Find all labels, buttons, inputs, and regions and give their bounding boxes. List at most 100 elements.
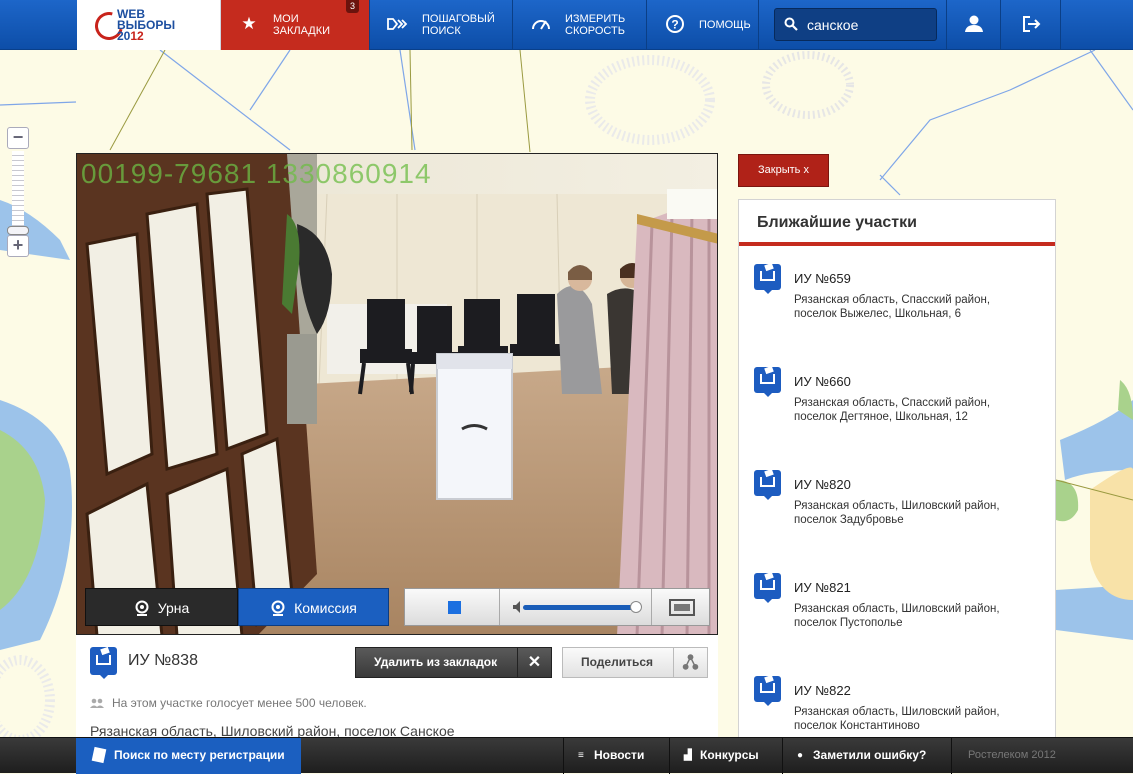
zoom-out-button[interactable]: − [7, 127, 29, 149]
volume-slider-knob[interactable] [630, 601, 642, 613]
footer-contests-link[interactable]: ▟ Конкурсы [669, 738, 782, 774]
nav-measure-speed-label: ИЗМЕРИТЬ СКОРОСТЬ [565, 13, 626, 37]
station-address-line1: Рязанская область, Шиловский район, [794, 603, 1000, 615]
station-list-item[interactable]: ИУ №822 Рязанская область, Шиловский рай… [739, 662, 1055, 738]
station-address: Рязанская область, Спасский район, посело… [794, 396, 1044, 424]
controls-divider [499, 589, 500, 625]
station-name: ИУ №821 [794, 580, 851, 595]
share-label: Поделиться [581, 655, 654, 669]
nav-help[interactable]: ? ПОМОЩЬ [647, 0, 759, 50]
ballot-box-pin-icon [754, 573, 781, 603]
station-address-line1: Рязанская область, Шиловский район, [794, 500, 1000, 512]
tab-commission-label: Комиссия [294, 600, 357, 616]
station-list-item[interactable]: ИУ №659 Рязанская область, Спасский райо… [739, 250, 1055, 353]
remove-bookmark-button[interactable]: Удалить из закладок ✕ [355, 647, 552, 678]
station-name: ИУ №659 [794, 271, 851, 286]
station-list-item[interactable]: ИУ №660 Рязанская область, Спасский райо… [739, 353, 1055, 456]
nav-my-bookmarks-label: МОИ ЗАКЛАДКИ [273, 13, 331, 37]
webvybory-logo[interactable]: WEB ВЫБОРЫ 2012 [77, 0, 221, 50]
footer-report-error-link[interactable]: ● Заметили ошибку? [782, 738, 951, 774]
station-address-line1: Рязанская область, Шиловский район, [794, 706, 1000, 718]
footer-bar: Поиск по месту регистрации ≡ Новости ▟ Кон… [0, 737, 1133, 774]
ballot-box-pin-icon [90, 647, 117, 679]
station-address-line2: поселок Выжелес, Школьная, 6 [794, 308, 962, 320]
station-address-line2: поселок Дегтяное, Школьная, 12 [794, 411, 968, 423]
search-input[interactable] [807, 15, 931, 35]
footer-news-label: Новости [594, 748, 645, 762]
volume-speaker-icon[interactable] [513, 601, 523, 613]
people-icon [90, 698, 104, 708]
fullscreen-icon[interactable] [669, 599, 695, 616]
station-list-item[interactable]: ИУ №820 Рязанская область, Шиловский рай… [739, 456, 1055, 559]
station-address-line2: поселок Задубровье [794, 514, 904, 526]
camera-feed-image [77, 154, 717, 634]
nav-step-search-label: ПОШАГОВЫЙ ПОИСК [422, 13, 495, 37]
ballot-box-pin-icon [754, 264, 781, 294]
station-address: Рязанская область, Шиловский район, посел… [794, 602, 1044, 630]
user-icon [965, 15, 983, 32]
nearest-stations-heading: Ближайшие участки [739, 200, 1055, 246]
tab-urn-camera[interactable]: Урна [85, 588, 238, 626]
station-name: ИУ №822 [794, 683, 851, 698]
tab-urn-label: Урна [157, 600, 190, 616]
top-navigation-bar: WEB ВЫБОРЫ 2012 ★ МОИ ЗАКЛАДКИ 3 ПОШАГОВ… [0, 0, 1133, 50]
share-button[interactable]: Поделиться [562, 647, 708, 678]
webcam-icon [271, 600, 285, 616]
nearest-stations-panel: Ближайшие участки ИУ №659 Рязанская обла… [738, 199, 1056, 739]
station-address-line2: поселок Пустополье [794, 617, 903, 629]
webcam-icon [135, 600, 149, 616]
footer-contests-label: Конкурсы [700, 748, 759, 762]
nav-step-search[interactable]: ПОШАГОВЫЙ ПОИСК [370, 0, 513, 50]
voters-note: На этом участке голосует менее 500 челов… [90, 696, 367, 710]
zoom-in-button[interactable]: + [7, 235, 29, 257]
footer-report-error-label: Заметили ошибку? [813, 748, 927, 762]
stop-button[interactable] [448, 601, 461, 614]
user-profile-button[interactable] [946, 0, 1001, 50]
logo-text-year: 2012 [117, 30, 144, 42]
bar-chart-icon: ▟ [684, 750, 692, 761]
tab-commission-camera[interactable]: Комиссия [238, 588, 389, 626]
nav-measure-speed[interactable]: ИЗМЕРИТЬ СКОРОСТЬ [513, 0, 647, 50]
search-by-registration-label: Поиск по месту регистрации [114, 748, 285, 762]
station-info-panel: ИУ №838 Удалить из закладок ✕ Поделиться… [76, 635, 718, 739]
station-name: ИУ №820 [794, 477, 851, 492]
logo-year-part1: 20 [117, 29, 131, 43]
share-nodes-icon [673, 648, 699, 677]
footer-news-link[interactable]: ≡ Новости [563, 738, 669, 774]
bookmarks-count-badge: 3 [345, 0, 359, 13]
station-list-item[interactable]: ИУ №821 Рязанская область, Шиловский рай… [739, 559, 1055, 662]
volume-slider[interactable] [523, 605, 633, 610]
search-box [774, 8, 937, 41]
nav-help-label: ПОМОЩЬ [699, 19, 751, 31]
zoom-slider-thumb[interactable] [7, 226, 29, 235]
station-name: ИУ №660 [794, 374, 851, 389]
map-zoom-control: − + [7, 127, 30, 257]
ballot-box-pin-icon [754, 367, 781, 397]
station-address-line1: Рязанская область, Спасский район, [794, 294, 991, 306]
footer-copyright: Ростелеком 2012 [951, 738, 1133, 774]
svg-text:?: ? [671, 18, 678, 32]
document-icon [91, 746, 107, 764]
logo-year-part2: 12 [130, 29, 144, 43]
station-address-line1: Рязанская область, Спасский район, [794, 397, 991, 409]
logout-button[interactable] [1001, 0, 1061, 50]
menu-lines-icon: ≡ [578, 750, 584, 761]
voters-note-text: На этом участке голосует менее 500 челов… [112, 696, 367, 710]
close-panel-button[interactable]: Закрыть x [738, 154, 829, 187]
nav-my-bookmarks[interactable]: ★ МОИ ЗАКЛАДКИ 3 [221, 0, 370, 50]
video-player[interactable]: 00199-79681 1330860914 Урна Комиссия [76, 153, 718, 635]
controls-divider [651, 589, 652, 625]
station-title: ИУ №838 [128, 652, 198, 669]
station-address: Рязанская область, Шиловский район, посел… [794, 499, 1044, 527]
speedometer-icon [532, 20, 550, 30]
search-icon[interactable] [784, 17, 798, 31]
station-address-line2: поселок Константиново [794, 720, 920, 732]
help-circle-icon: ? [666, 15, 684, 33]
ballot-box-pin-icon [754, 470, 781, 500]
star-icon: ★ [241, 14, 257, 33]
search-by-registration-button[interactable]: Поиск по месту регистрации [76, 738, 301, 774]
step-arrows-icon [387, 18, 408, 30]
station-address: Рязанская область, Шиловский район, посел… [794, 705, 1044, 733]
remove-bookmark-label: Удалить из закладок [374, 655, 498, 669]
close-icon: ✕ [517, 648, 551, 677]
